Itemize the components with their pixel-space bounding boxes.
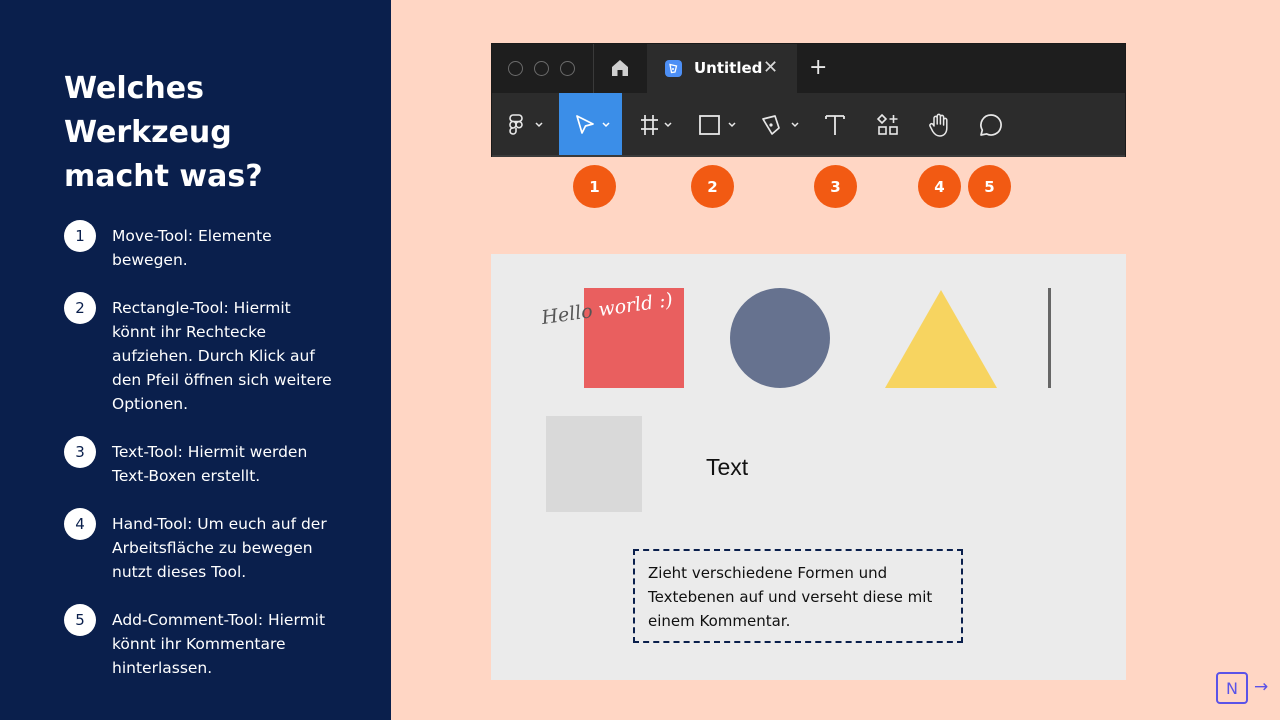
- maximize-window-button[interactable]: [560, 61, 575, 76]
- move-tool-button[interactable]: [559, 93, 622, 156]
- callout-badge-2: 2: [691, 165, 734, 208]
- step-number: 4: [64, 508, 96, 540]
- title-line-1: Welches: [64, 71, 204, 106]
- text-tool-button[interactable]: [814, 93, 856, 156]
- resources-tool-button[interactable]: [867, 93, 909, 156]
- main-menu-button[interactable]: [502, 93, 548, 156]
- close-tab-icon[interactable]: ✕: [763, 57, 778, 78]
- brand-logo: N: [1216, 672, 1248, 704]
- circle-shape[interactable]: [730, 288, 830, 388]
- rectangle-tool-button[interactable]: [692, 93, 744, 156]
- move-icon: [575, 114, 610, 134]
- step-description: Text-Tool: Hiermit werden Text-Boxen ers…: [112, 443, 308, 485]
- figma-window: Untitled ✕ +: [491, 43, 1126, 157]
- title-bar: Untitled ✕ +: [492, 44, 1125, 93]
- tab-untitled[interactable]: Untitled ✕: [647, 44, 797, 93]
- callout-badge-3: 3: [814, 165, 857, 208]
- comment-icon: [980, 113, 1002, 136]
- line-shape[interactable]: [1048, 288, 1051, 388]
- frame-tool-button[interactable]: [632, 93, 682, 156]
- toolbar: [492, 93, 1125, 156]
- step-description: Rectangle-Tool: Hiermit könnt ihr Rechte…: [112, 299, 332, 413]
- step-number: 1: [64, 220, 96, 252]
- info-panel: Welches Werkzeug macht was? 1 Move-Tool:…: [0, 0, 391, 720]
- step-description: Move-Tool: Elemente bewegen.: [112, 227, 272, 269]
- callout-badge-1: 1: [573, 165, 616, 208]
- divider: [593, 44, 594, 93]
- hand-icon: [929, 113, 948, 137]
- step-number: 2: [64, 292, 96, 324]
- callout-badge-4: 4: [918, 165, 961, 208]
- triangle-shape[interactable]: [884, 290, 998, 388]
- home-icon[interactable]: [610, 58, 630, 78]
- figma-menu-icon: [509, 113, 543, 135]
- new-tab-button[interactable]: +: [809, 55, 827, 80]
- text-icon: [825, 114, 845, 135]
- file-icon: [665, 60, 682, 77]
- components-icon: [876, 113, 898, 135]
- pen-tool-button[interactable]: [754, 93, 806, 156]
- gray-rectangle-shape[interactable]: [546, 416, 642, 512]
- design-canvas[interactable]: Hello world :) Text Zieht verschiedene F…: [491, 254, 1126, 680]
- comment-tool-button[interactable]: [970, 93, 1012, 156]
- instruction-note: Zieht verschiedene Formen und Textebenen…: [633, 549, 963, 643]
- toolbar-border: [492, 155, 1125, 157]
- page-title: Welches Werkzeug macht was?: [64, 67, 364, 199]
- step-number: 5: [64, 604, 96, 636]
- frame-icon: [641, 114, 672, 135]
- pen-icon: [762, 114, 799, 135]
- close-window-button[interactable]: [508, 61, 523, 76]
- step-number: 3: [64, 436, 96, 468]
- rectangle-icon: [699, 114, 736, 135]
- hand-tool-button[interactable]: [918, 93, 960, 156]
- callout-badge-5: 5: [968, 165, 1011, 208]
- text-layer[interactable]: Text: [706, 454, 748, 481]
- step-description: Add-Comment-Tool: Hiermit könnt ihr Komm…: [112, 611, 326, 677]
- tab-title: Untitled: [694, 59, 763, 77]
- minimize-window-button[interactable]: [534, 61, 549, 76]
- title-line-3: macht was?: [64, 159, 263, 194]
- title-line-2: Werkzeug: [64, 115, 232, 150]
- arrow-right-icon: →: [1254, 677, 1269, 697]
- step-description: Hand-Tool: Um euch auf der Arbeitsfläche…: [112, 515, 327, 581]
